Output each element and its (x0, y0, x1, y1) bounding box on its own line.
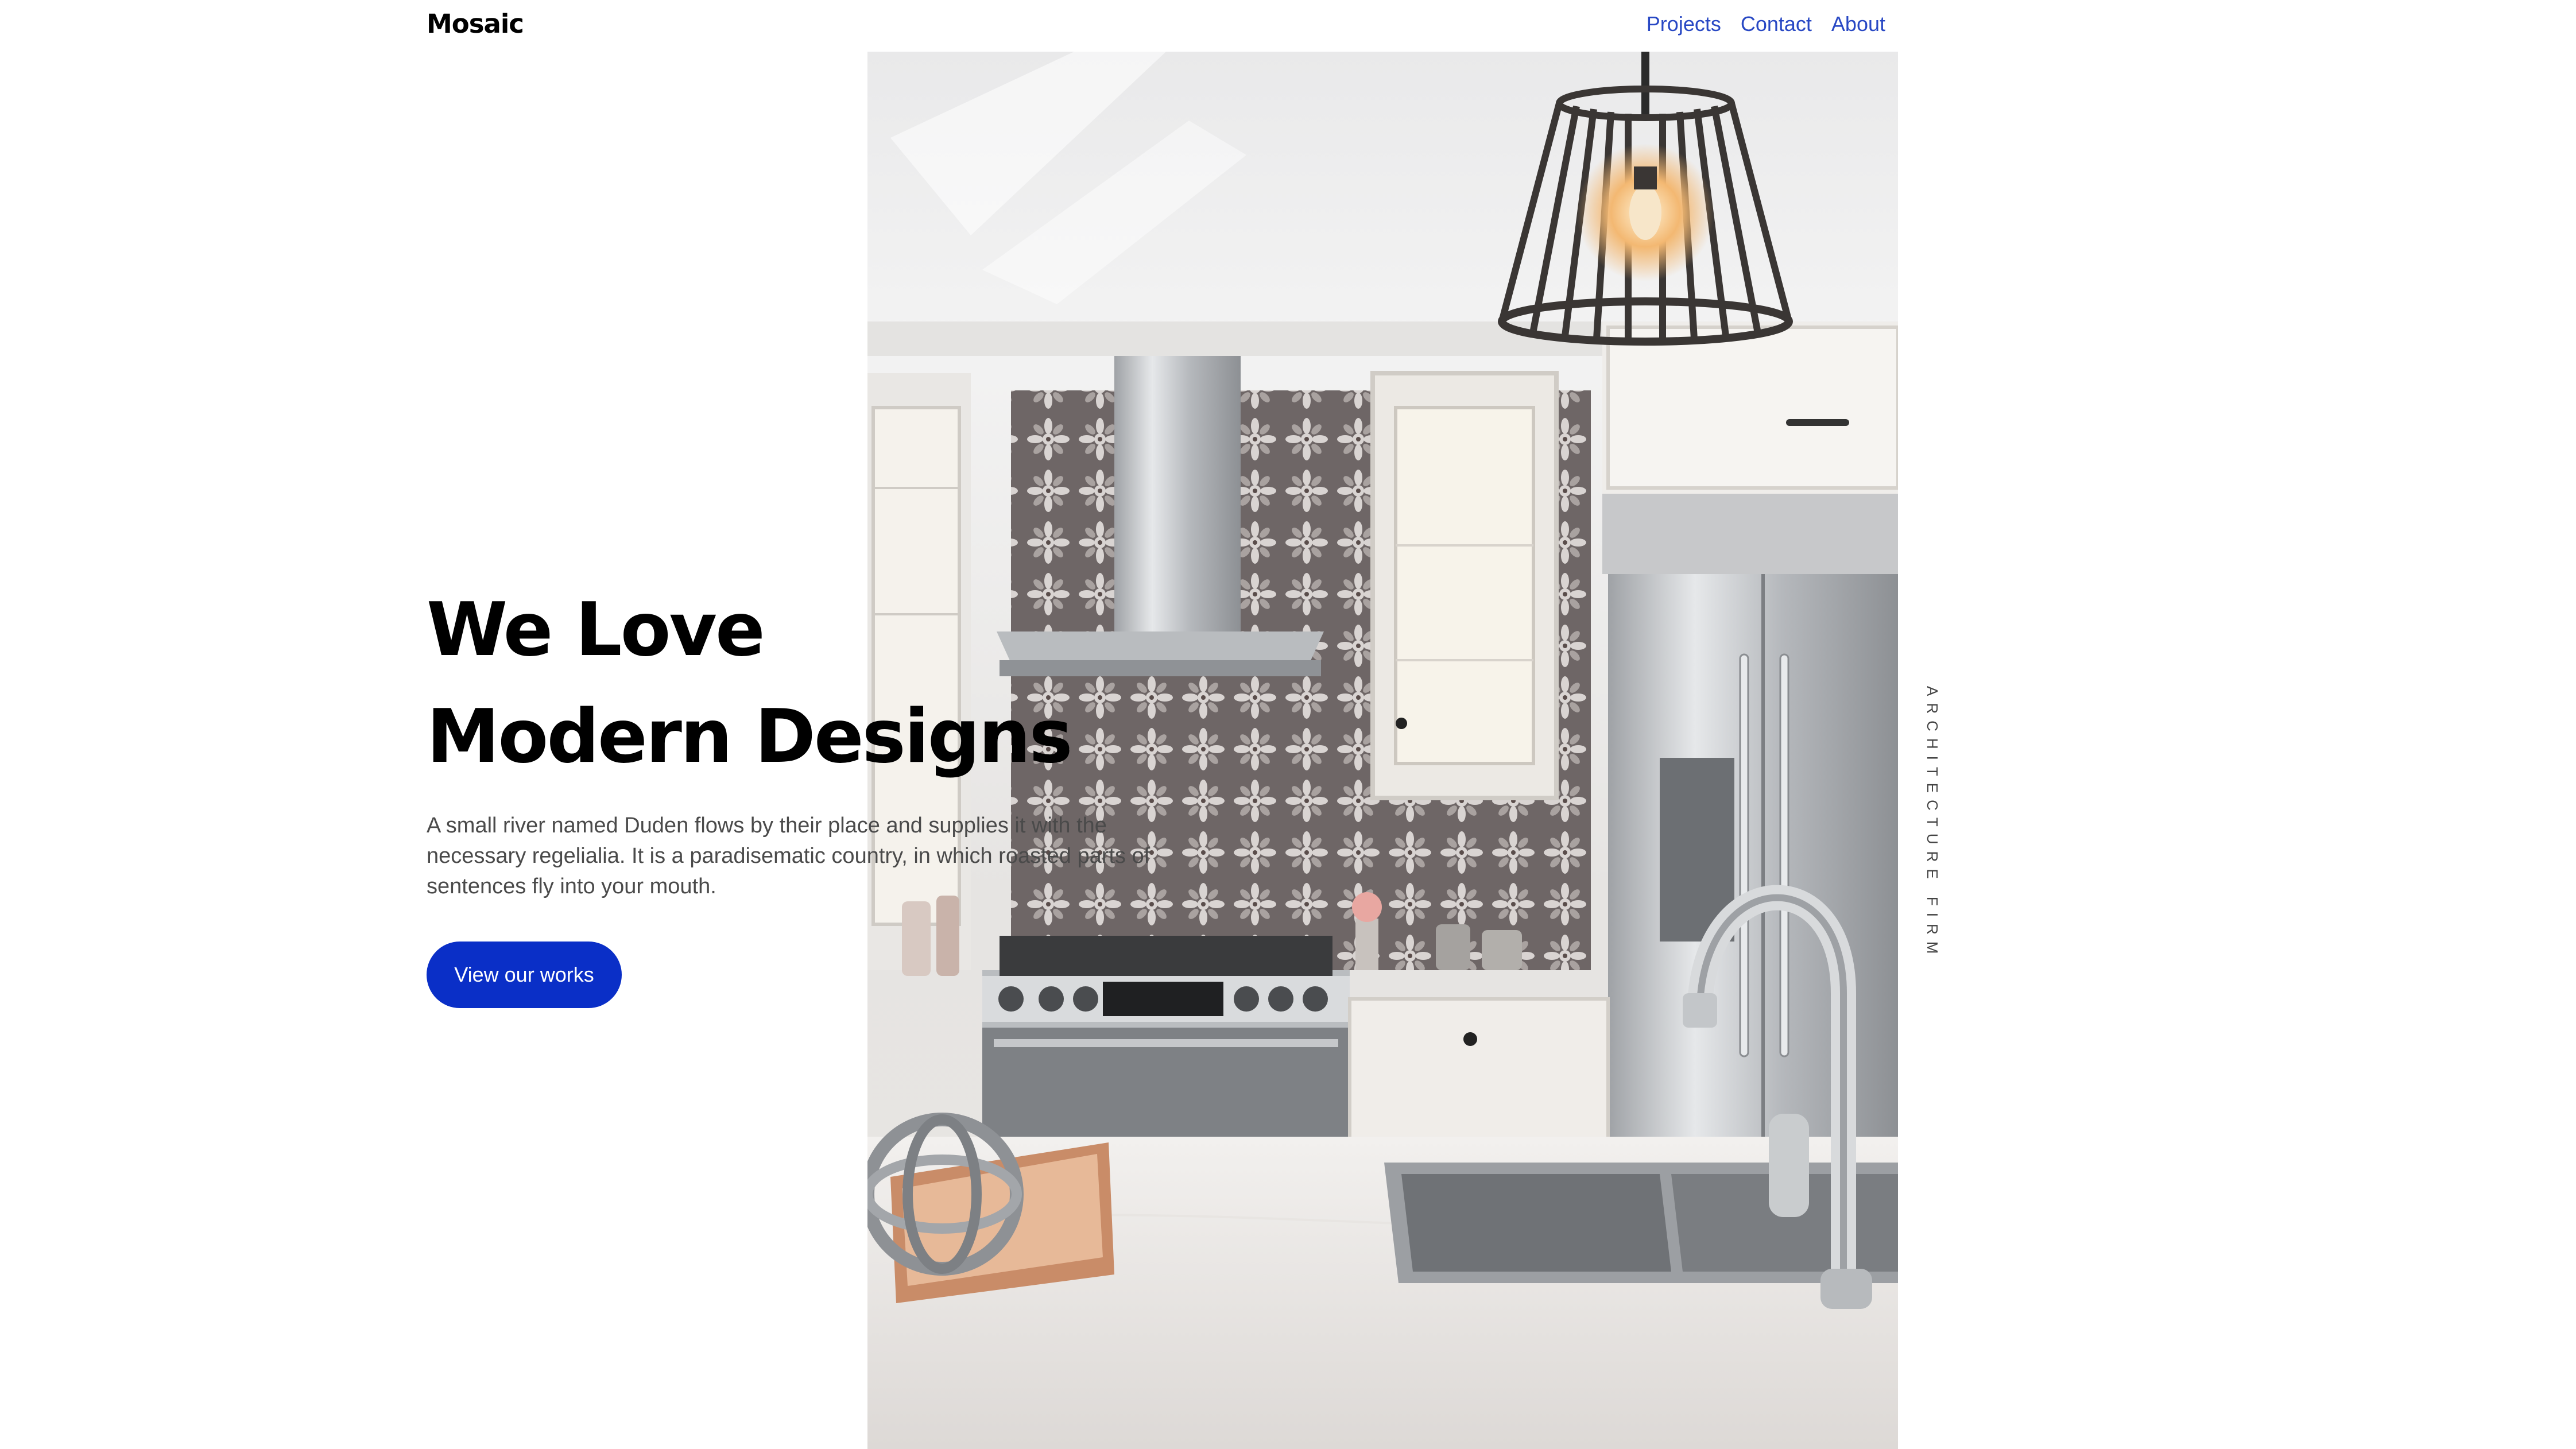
hero-title-line-2: Modern Designs (427, 694, 1073, 780)
nav-link-contact[interactable]: Contact (1741, 10, 1812, 38)
pendant-lamp-icon (1498, 86, 1793, 346)
hero-description: A small river named Duden flows by their… (427, 813, 1151, 898)
nav-link-about[interactable]: About (1831, 10, 1885, 38)
nav-link-projects[interactable]: Projects (1647, 10, 1721, 38)
side-label: ARCHITECTURE FIRM (1924, 686, 1941, 961)
hero-title: We Love Modern Designs (427, 577, 1073, 791)
brand-logo[interactable]: Mosaic (427, 8, 524, 40)
main-nav: Projects Contact About (1647, 10, 1885, 38)
hero-title-line-1: We Love (427, 587, 765, 673)
view-works-button[interactable]: View our works (427, 942, 622, 1008)
